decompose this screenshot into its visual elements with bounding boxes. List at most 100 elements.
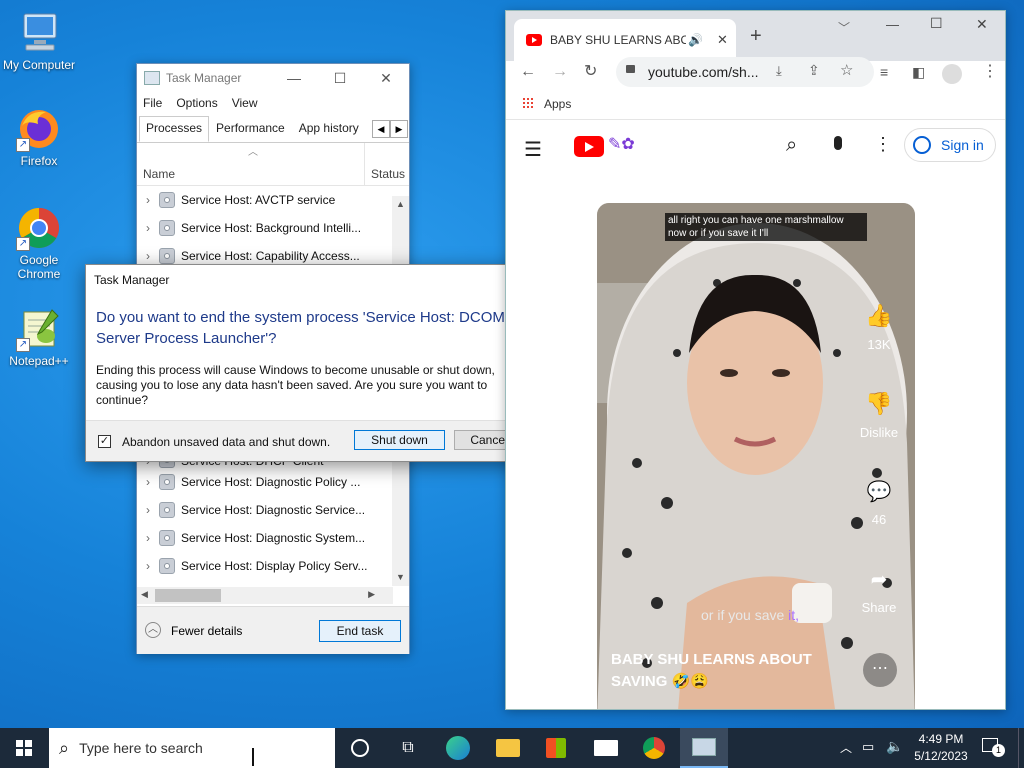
reload-icon[interactable]: ↻ xyxy=(584,64,597,80)
bookmark-star-icon[interactable]: ☆ xyxy=(840,61,853,79)
scroll-right-arrow-icon[interactable]: ▶ xyxy=(368,589,375,600)
column-header-status[interactable]: Status xyxy=(365,167,405,185)
tab-performance[interactable]: Performance xyxy=(209,116,292,142)
comments-button[interactable]: 💬 46 xyxy=(855,479,903,527)
menu-file[interactable]: File xyxy=(143,96,162,110)
abandon-data-checkbox[interactable]: ✓ xyxy=(98,435,111,448)
tab-scroll-right-button[interactable]: ▶ xyxy=(390,120,408,138)
task-manager-icon xyxy=(692,738,716,756)
dialog-body: Ending this process will cause Windows t… xyxy=(96,363,495,407)
service-gear-icon xyxy=(159,220,175,236)
taskbar-microsoft-store[interactable] xyxy=(532,728,580,768)
side-panel-icon[interactable]: ◧ xyxy=(912,64,925,80)
sign-in-button[interactable]: Sign in xyxy=(904,128,996,162)
fewer-details-chevron-icon[interactable]: ︿ xyxy=(145,622,161,638)
profile-avatar-icon[interactable] xyxy=(942,64,962,84)
chrome-close-button[interactable]: ✕ xyxy=(976,16,988,33)
volume-icon[interactable]: 🔈 xyxy=(886,738,903,755)
more-options-icon[interactable]: ⋮ xyxy=(874,134,892,155)
microphone-icon[interactable] xyxy=(834,136,842,150)
scroll-down-arrow-icon[interactable]: ▼ xyxy=(392,569,409,586)
cortana-button[interactable] xyxy=(336,728,384,768)
share-button[interactable]: ➦ Share xyxy=(855,567,903,615)
forward-arrow-icon[interactable]: → xyxy=(552,64,568,80)
horizontal-scrollbar[interactable]: ◀ ▶ xyxy=(137,587,393,604)
taskbar-search-box[interactable]: ⌕ Type here to search xyxy=(49,728,335,768)
desktop-icon-notepad-plus-plus[interactable]: ↗ Notepad++ xyxy=(1,306,77,368)
tab-app-history[interactable]: App history xyxy=(292,116,366,142)
expand-chevron-icon[interactable]: › xyxy=(137,249,159,263)
desktop-icon-google-chrome[interactable]: ↗ Google Chrome xyxy=(1,205,77,281)
column-header-name[interactable]: Name xyxy=(137,143,365,185)
table-row[interactable]: › Service Host: Diagnostic Service... xyxy=(137,496,393,524)
hamburger-menu-icon[interactable]: ☰ xyxy=(524,137,542,162)
menu-view[interactable]: View xyxy=(232,96,258,110)
taskbar-chrome[interactable] xyxy=(630,728,678,768)
taskbar-edge[interactable] xyxy=(434,728,482,768)
chrome-window: BABY SHU LEARNS ABOUT 🔊 ✕ + ﹀ — ☐ ✕ ← → … xyxy=(505,10,1006,710)
expand-chevron-icon[interactable]: › xyxy=(137,531,159,545)
network-icon[interactable]: ▭ xyxy=(862,739,874,755)
expand-chevron-icon[interactable]: › xyxy=(137,193,159,207)
maximize-button[interactable]: ☐ xyxy=(317,64,363,92)
expand-chevron-icon[interactable]: › xyxy=(137,503,159,517)
back-arrow-icon[interactable]: ← xyxy=(520,64,536,80)
tab-processes[interactable]: Processes xyxy=(139,116,210,142)
expand-chevron-icon[interactable]: › xyxy=(137,221,159,235)
reading-list-icon[interactable]: ≡ xyxy=(880,64,888,80)
start-button[interactable] xyxy=(0,728,48,768)
youtube-logo-icon[interactable] xyxy=(574,136,604,157)
clock[interactable]: 4:49 PM 5/12/2023 xyxy=(908,731,974,765)
taskbar-file-explorer[interactable] xyxy=(484,728,532,768)
new-tab-button[interactable]: + xyxy=(750,25,762,48)
tab-search-chevron-icon[interactable]: ﹀ xyxy=(838,19,850,36)
shut-down-button[interactable]: Shut down xyxy=(354,430,445,450)
scroll-left-arrow-icon[interactable]: ◀ xyxy=(141,589,148,600)
taskbar-task-manager[interactable] xyxy=(680,728,728,768)
tab-close-icon[interactable]: ✕ xyxy=(717,32,728,48)
tab-scroll-left-button[interactable]: ◀ xyxy=(372,120,390,138)
install-app-icon[interactable]: ⤓ xyxy=(776,63,782,79)
taskbar-mail[interactable] xyxy=(582,728,630,768)
desktop-icon-firefox[interactable]: ↗ Firefox xyxy=(1,106,77,168)
task-view-icon: ⧉ xyxy=(402,739,414,756)
table-row[interactable]: › Service Host: Display Policy Serv... xyxy=(137,552,393,580)
chrome-minimize-button[interactable]: — xyxy=(886,17,899,32)
fewer-details-link[interactable]: Fewer details xyxy=(171,624,242,638)
expand-chevron-icon[interactable]: › xyxy=(137,475,159,489)
table-row[interactable]: › Service Host: Diagnostic Policy ... xyxy=(137,468,393,496)
share-icon[interactable]: ⇪ xyxy=(808,62,820,79)
expand-chevron-icon[interactable]: › xyxy=(137,559,159,573)
video-title[interactable]: BABY SHU LEARNS ABOUT SAVING 🤣😩 xyxy=(611,649,821,693)
chrome-menu-icon[interactable]: ⋮ xyxy=(982,64,998,80)
horizontal-scroll-thumb[interactable] xyxy=(155,589,221,602)
table-row[interactable]: › Service Host: Diagnostic System... xyxy=(137,524,393,552)
address-bar[interactable]: youtube.com/sh... ⤓ ⇪ ☆ xyxy=(616,57,874,87)
url-text[interactable]: youtube.com/sh... xyxy=(648,64,759,80)
notifications-button[interactable]: 1 xyxy=(982,738,1005,757)
like-button[interactable]: 👍 13K xyxy=(855,303,903,352)
task-view-button[interactable]: ⧉ xyxy=(384,728,432,768)
abandon-data-checkbox-label[interactable]: Abandon unsaved data and shut down. xyxy=(122,435,330,449)
show-desktop-button[interactable] xyxy=(1018,728,1024,768)
table-row[interactable]: › Service Host: Background Intelli... xyxy=(137,214,409,242)
search-icon[interactable]: ⌕ xyxy=(786,134,797,157)
shorts-video-player[interactable]: all right you can have one marshmallow n… xyxy=(597,203,915,709)
tab-audio-icon[interactable]: 🔊 xyxy=(688,33,703,47)
apps-bookmark-label[interactable]: Apps xyxy=(544,97,571,111)
video-more-options-icon[interactable]: ⋯ xyxy=(863,653,897,687)
shortcut-arrow-icon: ↗ xyxy=(16,138,30,152)
desktop-icon-my-computer[interactable]: My Computer xyxy=(1,10,77,72)
scroll-up-arrow-icon[interactable]: ▲ xyxy=(392,196,409,213)
dislike-button[interactable]: 👎 Dislike xyxy=(855,391,903,440)
close-button[interactable]: ✕ xyxy=(363,64,409,92)
show-hidden-icons-chevron[interactable]: ︿ xyxy=(840,739,852,756)
dialog-title: Task Manager xyxy=(94,273,170,287)
menu-options[interactable]: Options xyxy=(176,96,217,110)
apps-grid-icon[interactable] xyxy=(522,97,534,109)
chrome-maximize-button[interactable]: ☐ xyxy=(930,15,943,32)
table-row[interactable]: › Service Host: AVCTP service xyxy=(137,186,409,214)
task-manager-titlebar[interactable]: Task Manager — ☐ ✕ xyxy=(137,64,409,92)
minimize-button[interactable]: — xyxy=(271,64,317,92)
end-task-button[interactable]: End task xyxy=(319,620,401,642)
